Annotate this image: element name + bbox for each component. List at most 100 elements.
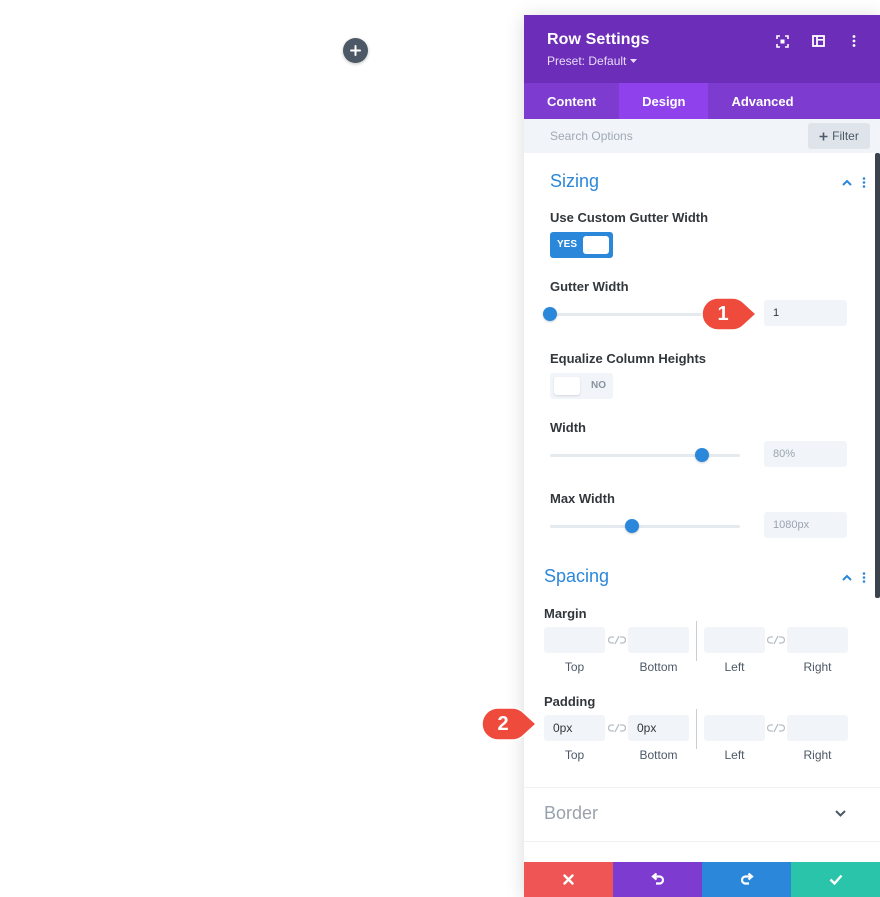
margin-link-horizontal-button[interactable] (766, 632, 786, 648)
custom-gutter-toggle[interactable]: YES (550, 232, 613, 258)
divider (696, 709, 697, 749)
padding-bottom-label: Bottom (639, 748, 678, 762)
undo-icon (650, 873, 664, 885)
chevron-up-icon[interactable] (842, 574, 852, 581)
margin-top-input[interactable] (544, 627, 605, 653)
padding-left-input[interactable] (704, 715, 765, 741)
spacing-actions (842, 572, 866, 583)
preset-dropdown[interactable]: Preset: Default (547, 54, 880, 68)
padding-right-label: Right (803, 748, 832, 762)
callout-number: 1 (717, 302, 729, 325)
callout-number: 2 (497, 712, 509, 735)
max-width-label: Max Width (550, 491, 615, 506)
link-icon (767, 635, 785, 645)
padding-top-input[interactable] (544, 715, 605, 741)
divider (696, 621, 697, 661)
equalize-heights-label: Equalize Column Heights (550, 351, 707, 366)
search-bar: Filter (524, 119, 880, 153)
add-row-button[interactable] (343, 38, 368, 63)
padding-fields: Top Bottom Left Right (544, 709, 848, 765)
toggle-knob (554, 377, 580, 395)
margin-left-label: Left (724, 660, 745, 674)
margin-label: Margin (544, 606, 587, 621)
fullscreen-button[interactable] (772, 33, 792, 49)
toggle-knob (583, 236, 609, 254)
gutter-width-slider-thumb[interactable] (543, 307, 557, 321)
settings-tabs: Content Design Advanced (524, 83, 880, 119)
equalize-heights-toggle-text: NO (591, 380, 606, 391)
fullscreen-icon (775, 34, 789, 48)
check-icon (829, 874, 842, 885)
padding-link-vertical-button[interactable] (607, 720, 627, 736)
discard-button[interactable] (524, 862, 613, 897)
plus-icon (350, 45, 361, 56)
callout-marker-1: 1 (700, 296, 758, 332)
margin-link-vertical-button[interactable] (607, 632, 627, 648)
row-settings-panel: Row Settings Preset: Default Content Des… (524, 15, 880, 897)
width-slider[interactable] (550, 448, 740, 462)
link-icon (608, 723, 626, 733)
padding-top-label: Top (564, 748, 585, 762)
margin-right-label: Right (803, 660, 832, 674)
redo-button[interactable] (702, 862, 791, 897)
search-input[interactable] (524, 129, 784, 143)
padding-bottom-input[interactable] (628, 715, 689, 741)
section-divider (524, 787, 880, 788)
margin-right-input[interactable] (787, 627, 848, 653)
more-vertical-icon[interactable] (862, 177, 866, 188)
more-vertical-icon (852, 35, 856, 47)
callout-marker-2: 2 (480, 706, 538, 742)
width-slider-thumb[interactable] (695, 448, 709, 462)
padding-left-label: Left (724, 748, 745, 762)
action-bar (524, 862, 880, 897)
options-scroll-area: Sizing Use Custom Gutter Width YES Gutte… (524, 153, 880, 857)
caret-down-icon (630, 59, 638, 63)
section-title-border[interactable]: Border (544, 803, 598, 824)
gutter-width-input[interactable] (764, 300, 847, 326)
margin-fields: Top Bottom Left Right (544, 621, 848, 677)
redo-icon (740, 873, 754, 885)
section-title-spacing[interactable]: Spacing (544, 566, 609, 587)
scrollbar[interactable] (875, 153, 880, 598)
link-icon (767, 723, 785, 733)
preset-label: Preset: Default (547, 54, 627, 68)
more-options-button[interactable] (844, 33, 864, 49)
border-actions (835, 810, 846, 817)
margin-top-label: Top (564, 660, 585, 674)
section-divider (524, 841, 880, 842)
padding-link-horizontal-button[interactable] (766, 720, 786, 736)
undo-button[interactable] (613, 862, 702, 897)
save-button[interactable] (791, 862, 880, 897)
close-icon (563, 874, 574, 885)
custom-gutter-toggle-text: YES (557, 239, 578, 250)
tab-advanced[interactable]: Advanced (708, 83, 816, 119)
margin-bottom-label: Bottom (639, 660, 678, 674)
padding-label: Padding (544, 694, 596, 709)
tab-content[interactable]: Content (524, 83, 619, 119)
margin-bottom-input[interactable] (628, 627, 689, 653)
gutter-width-label: Gutter Width (550, 279, 629, 294)
width-label: Width (550, 420, 586, 435)
max-width-slider-thumb[interactable] (624, 519, 639, 533)
more-vertical-icon[interactable] (862, 572, 866, 583)
link-icon (608, 635, 626, 645)
margin-left-input[interactable] (704, 627, 765, 653)
max-width-input[interactable] (764, 512, 847, 538)
filter-button[interactable]: Filter (808, 123, 870, 149)
panel-header: Row Settings Preset: Default (524, 15, 880, 83)
split-layout-icon (811, 35, 825, 47)
equalize-heights-toggle[interactable]: NO (550, 373, 613, 399)
split-layout-button[interactable] (808, 33, 828, 49)
custom-gutter-label: Use Custom Gutter Width (550, 210, 709, 225)
sizing-actions (842, 177, 866, 188)
section-title-sizing[interactable]: Sizing (550, 171, 599, 192)
chevron-up-icon[interactable] (842, 179, 852, 186)
plus-icon (819, 132, 828, 140)
chevron-down-icon[interactable] (835, 810, 846, 817)
max-width-slider[interactable] (550, 519, 740, 533)
filter-label: Filter (832, 129, 859, 143)
tab-design[interactable]: Design (619, 83, 709, 119)
padding-right-input[interactable] (787, 715, 848, 741)
width-input[interactable] (764, 441, 847, 467)
header-actions (772, 33, 864, 49)
